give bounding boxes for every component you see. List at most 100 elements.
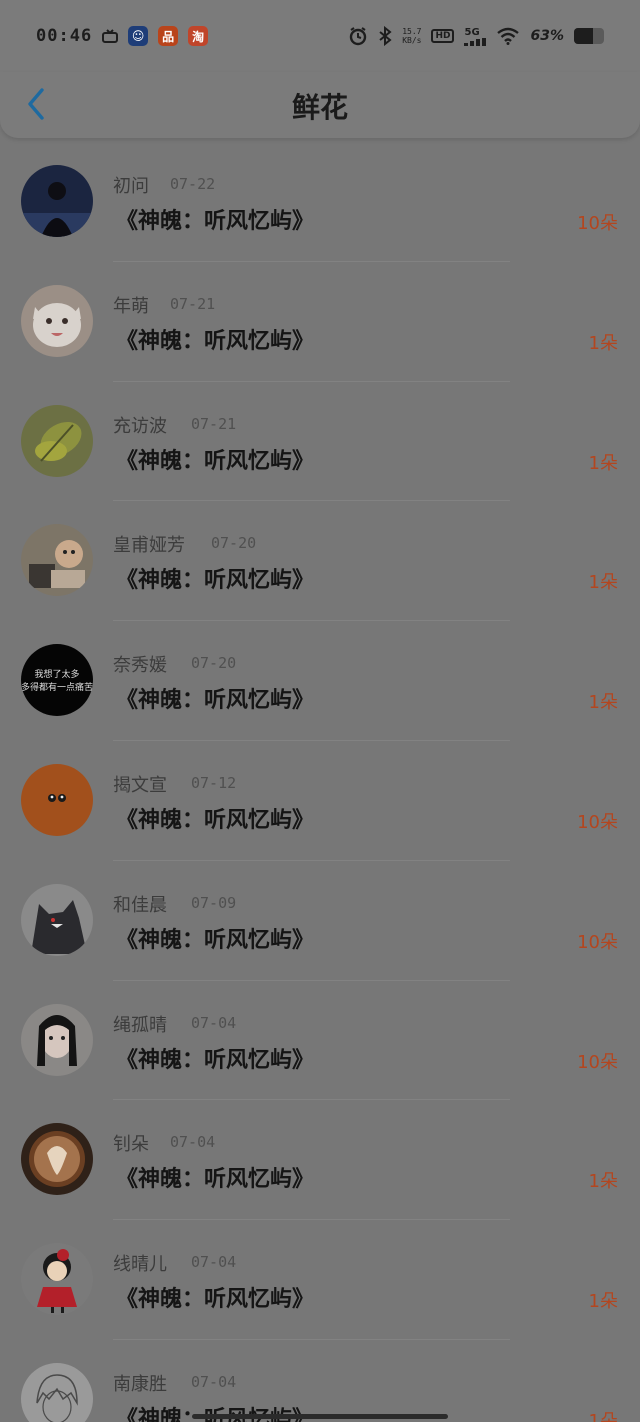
user-avatar[interactable] <box>21 883 93 956</box>
avatar-caption-line: 多得都有一点痛苦 <box>21 681 93 693</box>
status-left: 00:46 ☺ 品 淘 <box>36 26 209 46</box>
list-item[interactable]: 年萌 07-21 《神魄：听风忆屿》 1朵 <box>0 262 640 382</box>
gift-date: 07-09 <box>191 893 237 912</box>
book-title[interactable]: 《神魄：听风忆屿》 <box>116 203 314 235</box>
user-avatar[interactable] <box>21 1123 93 1196</box>
user-avatar[interactable] <box>21 165 93 237</box>
username[interactable]: 和佳晨 <box>113 891 167 917</box>
status-time: 00:46 <box>36 26 93 46</box>
bluetooth-icon <box>379 26 392 46</box>
book-title[interactable]: 《神魄：听风忆屿》 <box>116 562 314 594</box>
status-bar: 00:46 ☺ 品 淘 15.7 KB/s HD 5G 63% <box>0 0 640 72</box>
gift-date: 07-21 <box>170 294 216 313</box>
avatar-image <box>21 404 93 477</box>
network-speed: 15.7 KB/s <box>402 27 421 45</box>
list-item[interactable]: 线晴儿 07-04 《神魄：听风忆屿》 1朵 <box>0 1220 640 1340</box>
username[interactable]: 揭文宣 <box>113 771 167 797</box>
book-title[interactable]: 《神魄：听风忆屿》 <box>116 1042 314 1074</box>
user-avatar[interactable] <box>21 1003 93 1076</box>
list-item[interactable]: 我想了太多 多得都有一点痛苦 奈秀媛 07-20 《神魄：听风忆屿》 1朵 <box>0 621 640 741</box>
username[interactable]: 皇甫娅芳 <box>113 531 185 557</box>
flower-count: 1朵 <box>588 332 618 354</box>
book-title[interactable]: 《神魄：听风忆屿》 <box>116 1281 314 1313</box>
user-avatar[interactable] <box>21 1362 93 1422</box>
avatar-image <box>21 165 93 237</box>
gift-date: 07-20 <box>191 654 237 673</box>
list-item[interactable]: 充访波 07-21 《神魄：听风忆屿》 1朵 <box>0 382 640 502</box>
list-item[interactable]: 南康胜07-04《神魄：听风忆屿》1朵 <box>0 1340 640 1422</box>
list-item[interactable]: 绳孤晴 07-04 《神魄：听风忆屿》 10朵 <box>0 981 640 1101</box>
username[interactable]: 奈秀媛 <box>113 651 167 677</box>
app-icon: 品 <box>158 26 179 46</box>
avatar-caption-line: 我想了太多 <box>34 668 79 680</box>
flower-count: 1朵 <box>588 692 618 714</box>
list-item[interactable]: 初问 07-22 《神魄：听风忆屿》 10朵 <box>0 142 640 262</box>
avatar-image <box>21 1123 93 1196</box>
username[interactable]: 年萌 <box>113 292 149 318</box>
gift-date: 07-04 <box>191 1253 237 1272</box>
signal-group: 5G <box>464 26 487 46</box>
wifi-icon <box>497 27 520 45</box>
user-avatar[interactable] <box>21 763 93 836</box>
gift-date: 07-04 <box>170 1133 216 1152</box>
flower-count: 1朵 <box>588 1410 618 1422</box>
flower-count: 1朵 <box>588 1291 618 1313</box>
signal-icon <box>464 37 487 46</box>
tv-icon <box>102 29 119 43</box>
gift-date: 07-04 <box>191 1013 237 1032</box>
book-title[interactable]: 《神魄：听风忆屿》 <box>116 1161 314 1193</box>
home-indicator[interactable] <box>192 1414 448 1419</box>
network-type: 5G <box>464 26 480 38</box>
book-title[interactable]: 《神魄：听风忆屿》 <box>116 682 314 714</box>
avatar-image <box>21 1003 93 1076</box>
taobao-icon: 淘 <box>188 26 209 46</box>
username[interactable]: 绳孤晴 <box>113 1011 167 1037</box>
username[interactable]: 初问 <box>113 172 149 198</box>
list-item[interactable]: 钊朵 07-04 《神魄：听风忆屿》 1朵 <box>0 1100 640 1221</box>
speed-unit: KB/s <box>402 36 422 45</box>
battery-fill <box>574 28 593 44</box>
flower-list: 初问 07-22 《神魄：听风忆屿》 10朵 年萌 07-21 《神魄：听风忆屿》 1朵 充访波… <box>0 142 640 1422</box>
list-item[interactable]: 和佳晨 07-09 《神魄：听风忆屿》 10朵 <box>0 861 640 981</box>
user-avatar[interactable] <box>21 284 93 357</box>
username[interactable]: 南康胜 <box>113 1370 167 1396</box>
book-title[interactable]: 《神魄：听风忆屿》 <box>116 323 314 355</box>
flower-count: 1朵 <box>588 452 618 474</box>
flower-count: 1朵 <box>588 572 618 594</box>
flower-count: 10朵 <box>577 1051 618 1073</box>
gift-date: 07-12 <box>191 773 237 792</box>
app-icon: ☺ <box>128 26 149 46</box>
list-item[interactable]: 揭文宣 07-12 《神魄：听风忆屿》 10朵 <box>0 741 640 861</box>
speed-value: 15.7 <box>402 27 422 36</box>
avatar-image <box>21 524 93 597</box>
list-item[interactable]: 皇甫娅芳 07-20 《神魄：听风忆屿》 1朵 <box>0 501 640 622</box>
page-title: 鲜花 <box>291 91 348 124</box>
battery-icon <box>574 28 604 44</box>
user-avatar[interactable] <box>21 404 93 477</box>
book-title[interactable]: 《神魄：听风忆屿》 <box>116 802 314 834</box>
user-avatar[interactable] <box>21 524 93 597</box>
gift-date: 07-21 <box>191 414 237 433</box>
avatar-image <box>21 1362 93 1422</box>
flower-count: 10朵 <box>577 931 618 953</box>
gift-date: 07-20 <box>211 534 257 553</box>
user-avatar[interactable]: 我想了太多 多得都有一点痛苦 <box>21 644 93 717</box>
hd-badge: HD <box>431 29 455 43</box>
gift-date: 07-04 <box>191 1372 237 1391</box>
book-title[interactable]: 《神魄：听风忆屿》 <box>116 922 314 954</box>
gift-date: 07-22 <box>170 175 216 193</box>
username[interactable]: 钊朵 <box>113 1130 149 1156</box>
username[interactable]: 充访波 <box>113 412 167 438</box>
avatar-image <box>21 284 93 357</box>
avatar-image: 我想了太多多得都有一点痛苦 <box>21 644 93 717</box>
screen: 00:46 ☺ 品 淘 15.7 KB/s HD 5G 63% 鲜花 初问 07… <box>0 0 640 1422</box>
flower-count: 10朵 <box>577 213 618 234</box>
book-title[interactable]: 《神魄：听风忆屿》 <box>116 443 314 475</box>
status-right: 15.7 KB/s HD 5G 63% <box>348 26 604 46</box>
avatar-image <box>21 763 93 836</box>
username[interactable]: 线晴儿 <box>113 1250 167 1276</box>
alarm-icon <box>350 27 367 46</box>
header: 鲜花 <box>0 72 640 138</box>
avatar-image <box>21 1243 93 1316</box>
user-avatar[interactable] <box>21 1243 93 1316</box>
